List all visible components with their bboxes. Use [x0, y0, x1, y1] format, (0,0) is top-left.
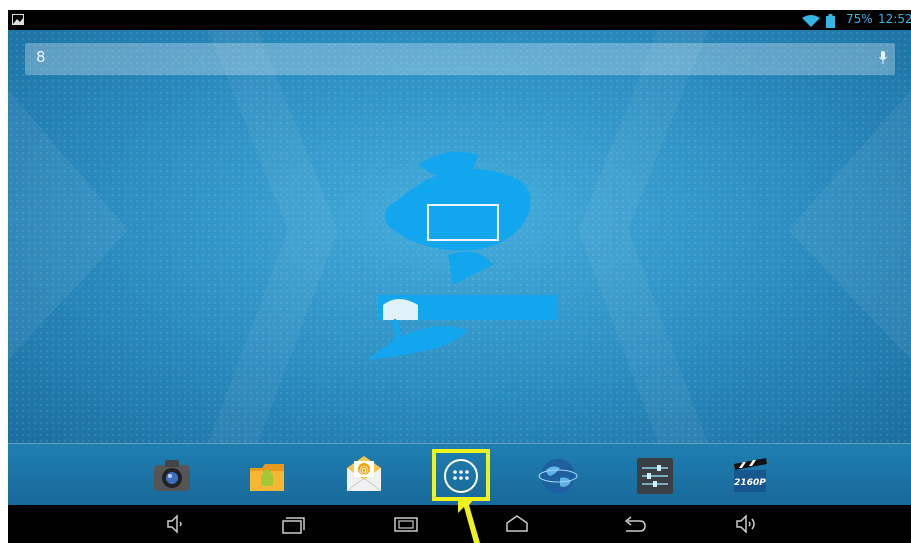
file-manager-icon[interactable] — [247, 456, 287, 496]
center-logo — [368, 151, 558, 360]
settings-icon[interactable] — [635, 456, 675, 496]
home-icon[interactable] — [502, 512, 532, 536]
recent-apps-icon[interactable] — [278, 512, 308, 536]
microphone-icon[interactable] — [879, 51, 887, 64]
email-icon[interactable]: @ — [344, 456, 384, 496]
volume-down-icon[interactable] — [162, 512, 192, 536]
battery-icon — [826, 14, 835, 28]
video-player-icon[interactable]: 2160P — [730, 456, 770, 496]
back-icon[interactable] — [618, 512, 648, 536]
android-screen: 75% 12:52 8 @ 2160P — [8, 10, 911, 543]
volume-up-icon[interactable] — [731, 512, 761, 536]
camera-icon[interactable] — [152, 456, 192, 496]
clock-time: 12:52 — [878, 12, 911, 26]
wifi-icon — [802, 15, 820, 27]
video-player-badge: 2160P — [734, 478, 766, 488]
google-search-bar[interactable]: 8 — [25, 43, 895, 75]
battery-percent: 75% — [846, 12, 873, 26]
notification-image-icon[interactable] — [12, 14, 24, 25]
annotation-arrow — [458, 499, 480, 543]
all-apps-icon[interactable] — [441, 456, 481, 496]
google-search-icon[interactable]: 8 — [36, 48, 46, 66]
status-bar: 75% 12:52 — [8, 10, 911, 30]
browser-globe-icon[interactable] — [538, 456, 578, 496]
svg-text:@: @ — [359, 465, 369, 476]
screenshot-icon[interactable] — [391, 512, 421, 536]
